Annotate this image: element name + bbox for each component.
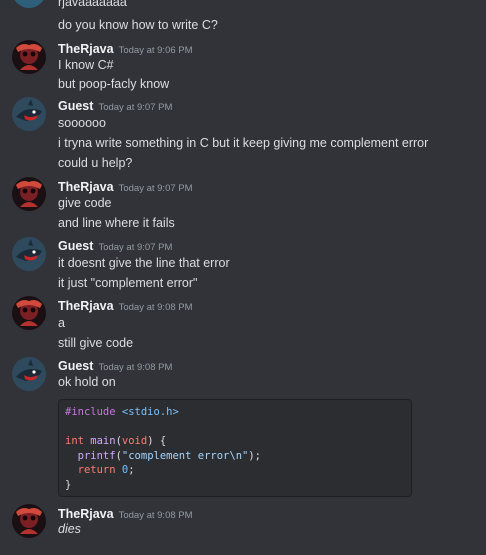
therjava-avatar[interactable] (12, 177, 46, 211)
message-line: and line where it fails (58, 216, 175, 230)
message-line: still give code (58, 336, 134, 350)
message-line: dies (58, 522, 81, 536)
message-line: it doesnt give the line that error (58, 256, 230, 270)
guest-avatar[interactable] (12, 357, 46, 391)
message-line: I know C# (58, 58, 114, 72)
guest-avatar[interactable] (12, 237, 46, 271)
message-line: ok hold on (58, 375, 116, 389)
message-header: Guest Today at 9:07 PM (58, 97, 172, 113)
message-line: could u help? (58, 156, 133, 170)
username[interactable]: TheRjava (58, 507, 114, 521)
username[interactable]: TheRjava (58, 180, 114, 194)
therjava-avatar[interactable] (12, 40, 46, 74)
message-header: TheRjava Today at 9:06 PM (58, 40, 193, 56)
username[interactable]: Guest (58, 239, 93, 253)
message-line: soooooo (58, 116, 106, 130)
code-line: } (65, 478, 72, 491)
code-line: int main(void) { (65, 435, 167, 447)
timestamp: Today at 9:08 PM (118, 302, 193, 313)
timestamp: Today at 9:07 PM (118, 183, 193, 194)
code-line: return 0; (65, 464, 135, 476)
message-header: TheRjava Today at 9:08 PM (58, 297, 193, 313)
message-line: give code (58, 196, 112, 210)
timestamp: Today at 9:08 PM (118, 510, 193, 521)
code-line: #include <stdio.h> (65, 406, 179, 418)
timestamp: Today at 9:08 PM (98, 362, 173, 373)
code-block[interactable]: #include <stdio.h> int main(void) { prin… (58, 399, 412, 497)
message-header: TheRjava Today at 9:08 PM (58, 505, 193, 521)
timestamp: Today at 9:07 PM (98, 102, 173, 113)
guest-avatar-partial[interactable] (12, 0, 46, 8)
chat-messages: rjavaaaaaaa do you know how to write C? … (0, 0, 486, 555)
message-line: do you know how to write C? (58, 18, 218, 32)
message-line: i tryna write something in C but it keep… (58, 136, 429, 150)
message-line: rjavaaaaaaa (58, 0, 127, 9)
message-header: TheRjava Today at 9:07 PM (58, 178, 193, 194)
scrollbar[interactable] (480, 0, 486, 555)
therjava-avatar[interactable] (12, 296, 46, 330)
timestamp: Today at 9:06 PM (118, 45, 193, 56)
guest-avatar[interactable] (12, 97, 46, 131)
username[interactable]: TheRjava (58, 42, 114, 56)
username[interactable]: Guest (58, 99, 93, 113)
timestamp: Today at 9:07 PM (98, 242, 173, 253)
therjava-avatar[interactable] (12, 504, 46, 538)
message-header: Guest Today at 9:07 PM (58, 237, 172, 253)
message-line: but poop-facly know (58, 77, 170, 91)
code-line: printf("complement error\n"); (65, 449, 261, 462)
username[interactable]: TheRjava (58, 299, 114, 313)
message-header: Guest Today at 9:08 PM (58, 357, 172, 373)
username[interactable]: Guest (58, 359, 93, 373)
message-line: it just "complement error" (58, 276, 198, 290)
message-line: a (58, 316, 65, 330)
